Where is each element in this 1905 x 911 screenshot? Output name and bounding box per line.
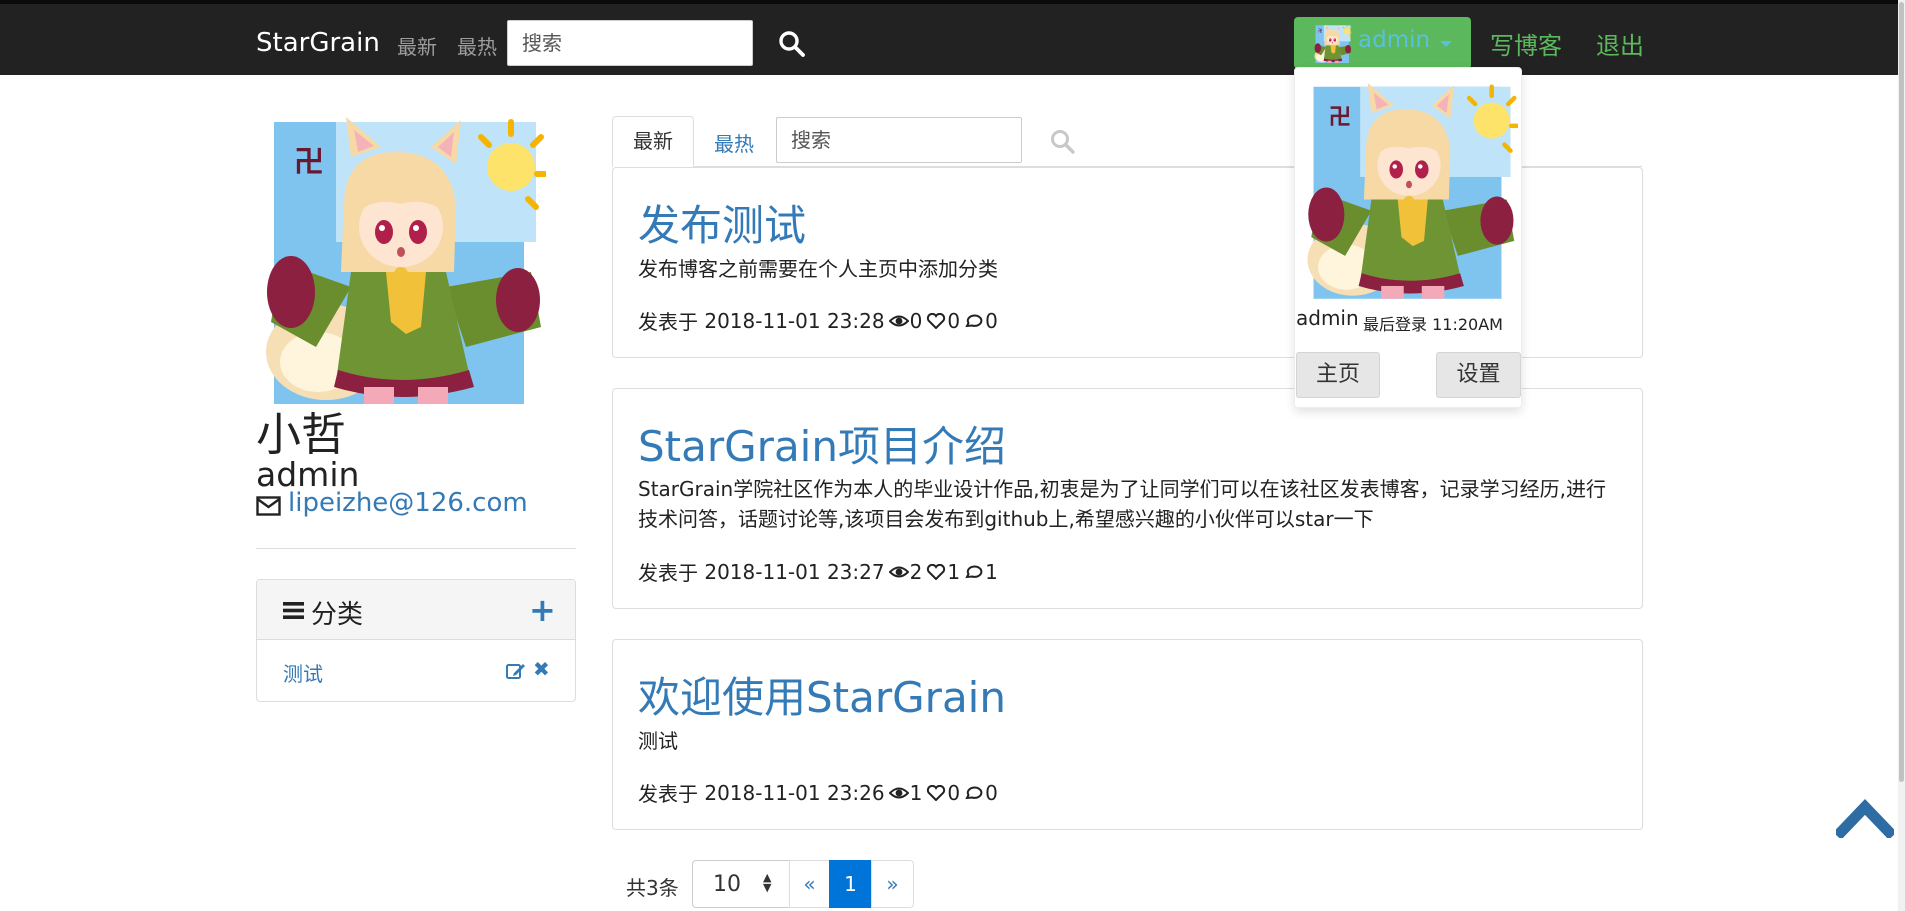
dropdown-last-login: 最后登录 11:20AM <box>1363 315 1503 334</box>
content-search-input[interactable] <box>776 117 1022 163</box>
tab-hot[interactable]: 最热 <box>714 128 754 157</box>
post-views: 0 <box>909 308 923 333</box>
post-date: 2018-11-01 23:27 <box>704 559 885 584</box>
post-meta: 发表于 2018-11-01 23:26 1 0 0 <box>638 778 998 807</box>
eye-icon <box>888 787 909 798</box>
chevron-up-icon[interactable] <box>1836 798 1894 838</box>
category-item-name[interactable]: 测试 <box>283 658 323 687</box>
post-meta: 发表于 2018-11-01 23:27 2 1 1 <box>638 557 998 586</box>
user-menu-name: admin <box>1358 27 1431 53</box>
avatar <box>1313 24 1352 63</box>
profile-avatar <box>256 112 546 404</box>
post-date-label: 发表于 <box>638 310 698 334</box>
post-title[interactable]: 发布测试 <box>638 192 806 253</box>
pagination-page-current[interactable]: 1 <box>829 860 872 908</box>
comment-icon[interactable] <box>964 313 984 329</box>
post-likes: 0 <box>947 308 961 333</box>
scrollbar[interactable] <box>1898 0 1905 911</box>
settings-button[interactable]: 设置 <box>1436 352 1521 398</box>
search-icon[interactable] <box>1050 129 1076 155</box>
logout-link[interactable]: 退出 <box>1596 26 1644 61</box>
post-title[interactable]: StarGrain项目介绍 <box>638 413 1006 474</box>
profile-display-name: 小哲 <box>256 408 347 461</box>
navbar-search-input[interactable] <box>507 20 753 66</box>
profile-divider <box>256 548 576 549</box>
pagination-total: 共3条 <box>626 876 679 900</box>
post-meta: 发表于 2018-11-01 23:28 0 0 0 <box>638 306 998 335</box>
heart-icon[interactable] <box>926 563 946 580</box>
heart-icon[interactable] <box>926 312 946 329</box>
user-dropdown-menu: admin 最后登录 11:20AM 主页 设置 <box>1294 67 1522 408</box>
nav-link-latest[interactable]: 最新 <box>397 31 437 60</box>
close-icon[interactable]: ✖ <box>533 657 550 681</box>
page-size-select[interactable]: 10 ▲ ▼ <box>692 860 790 908</box>
scrollbar-thumb[interactable] <box>1899 2 1904 782</box>
post-comments: 0 <box>985 780 998 805</box>
post-date: 2018-11-01 23:28 <box>704 308 885 333</box>
category-panel: 分类 + 测试 ✖ <box>256 579 576 702</box>
profile-email-link[interactable]: lipeizhe@126.com <box>288 488 528 518</box>
post-likes: 0 <box>947 780 961 805</box>
post-summary: StarGrain学院社区作为本人的毕业设计作品,初衷是为了让同学们可以在该社区… <box>638 477 1606 531</box>
post-date-label: 发表于 <box>638 561 698 585</box>
post-views: 2 <box>909 559 923 584</box>
brand-logo[interactable]: StarGrain <box>256 28 380 58</box>
category-panel-title: 分类 <box>311 600 364 630</box>
dropdown-username: admin <box>1296 306 1359 330</box>
post-likes: 1 <box>947 559 961 584</box>
nav-link-hot[interactable]: 最热 <box>457 31 497 60</box>
eye-icon <box>888 315 909 326</box>
category-panel-header: 分类 + <box>257 580 575 640</box>
page-size-value: 10 <box>713 872 741 897</box>
avatar <box>1300 73 1518 305</box>
user-menu-toggle[interactable]: admin <box>1294 17 1471 69</box>
write-blog-link[interactable]: 写博客 <box>1490 26 1562 61</box>
post-card: StarGrain项目介绍 StarGrain学院社区作为本人的毕业设计作品,初… <box>612 388 1643 609</box>
top-navbar: StarGrain 最新 最热 admin 写博客 退出 <box>0 0 1905 75</box>
post-date: 2018-11-01 23:26 <box>704 780 885 805</box>
pagination-next[interactable]: » <box>871 860 914 908</box>
post-comments: 1 <box>985 559 998 584</box>
heart-icon[interactable] <box>926 784 946 801</box>
list-icon <box>283 602 304 619</box>
search-icon[interactable] <box>778 30 806 58</box>
plus-icon[interactable]: + <box>529 594 556 626</box>
home-button[interactable]: 主页 <box>1296 352 1380 398</box>
comment-icon[interactable] <box>964 564 984 580</box>
post-comments: 0 <box>985 308 998 333</box>
envelope-icon <box>256 496 281 516</box>
post-date-label: 发表于 <box>638 782 698 806</box>
post-views: 1 <box>909 780 923 805</box>
tab-latest[interactable]: 最新 <box>612 116 694 167</box>
post-title[interactable]: 欢迎使用StarGrain <box>638 664 1006 725</box>
post-card: 欢迎使用StarGrain 测试 发表于 2018-11-01 23:26 1 … <box>612 639 1643 830</box>
eye-icon <box>888 566 909 577</box>
select-arrows-icon: ▲ ▼ <box>763 871 772 894</box>
post-summary: 测试 <box>638 729 678 753</box>
chevron-down-icon <box>1440 41 1452 47</box>
edit-icon[interactable] <box>506 662 526 680</box>
comment-icon[interactable] <box>964 785 984 801</box>
pagination-prev[interactable]: « <box>789 860 830 908</box>
category-item: 测试 ✖ <box>257 640 575 702</box>
